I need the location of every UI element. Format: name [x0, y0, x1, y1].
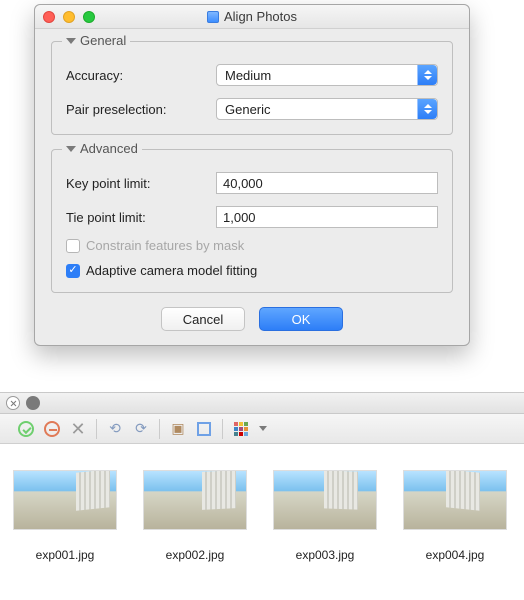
dialog-titlebar: Align Photos [35, 5, 469, 29]
bounding-box-icon[interactable] [194, 419, 214, 439]
group-general-legend[interactable]: General [62, 33, 130, 48]
accuracy-select[interactable]: Medium [216, 64, 438, 86]
thumbs-toolbar: ✕ ⟲ ⟳ ▣ [0, 414, 524, 444]
group-advanced-label: Advanced [80, 141, 138, 156]
dialog-title: Align Photos [35, 9, 469, 24]
panel-header [0, 392, 524, 414]
constrain-label: Constrain features by mask [86, 238, 244, 253]
ok-button[interactable]: OK [259, 307, 343, 331]
keypoint-value: 40,000 [223, 176, 263, 191]
tiepoint-label: Tie point limit: [66, 210, 216, 225]
thumbnail-caption: exp004.jpg [426, 548, 485, 562]
select-stepper-icon [417, 99, 437, 119]
pair-label: Pair preselection: [66, 102, 216, 117]
rotate-right-icon[interactable]: ⟳ [131, 419, 151, 439]
thumbnail-item[interactable]: exp001.jpg [12, 470, 118, 562]
row-constrain-mask: Constrain features by mask [66, 238, 438, 253]
dialog-body: General Accuracy: Medium Pair preselecti… [35, 29, 469, 345]
cancel-button[interactable]: Cancel [161, 307, 245, 331]
group-advanced: Advanced Key point limit: 40,000 Tie poi… [51, 149, 453, 293]
ok-button-label: OK [292, 312, 311, 327]
thumbnail-image [273, 470, 377, 530]
chevron-down-icon [66, 38, 76, 44]
dialog-title-text: Align Photos [224, 9, 297, 24]
bottom-panel: ✕ ⟲ ⟳ ▣ exp001.jpg exp002.jpg [0, 392, 524, 562]
toolbar-group-actions: ✕ [8, 414, 96, 443]
app-icon [207, 11, 219, 23]
check-icon: ✓ [68, 265, 77, 276]
select-stepper-icon [417, 65, 437, 85]
align-photos-dialog: Align Photos General Accuracy: Medium Pa… [34, 4, 470, 346]
cancel-button-label: Cancel [183, 312, 223, 327]
thumbnail-caption: exp002.jpg [166, 548, 225, 562]
thumbnail-image [13, 470, 117, 530]
pair-value: Generic [225, 102, 271, 117]
camera-icon[interactable]: ▣ [168, 419, 188, 439]
chevron-down-icon [66, 146, 76, 152]
thumbnail-image [403, 470, 507, 530]
tiepoint-input[interactable]: 1,000 [216, 206, 438, 228]
panel-close-icon[interactable] [6, 396, 20, 410]
row-keypoint: Key point limit: 40,000 [66, 172, 438, 194]
toolbar-group-rotate: ⟲ ⟳ [97, 414, 159, 443]
toolbar-group-view: ▣ [160, 414, 222, 443]
adaptive-label: Adaptive camera model fitting [86, 263, 257, 278]
remove-icon[interactable] [42, 419, 62, 439]
row-accuracy: Accuracy: Medium [66, 64, 438, 86]
accept-icon[interactable] [16, 419, 36, 439]
grid-view-icon[interactable] [231, 419, 251, 439]
thumbnail-strip: exp001.jpg exp002.jpg exp003.jpg exp004.… [0, 444, 524, 562]
pair-select[interactable]: Generic [216, 98, 438, 120]
keypoint-label: Key point limit: [66, 176, 216, 191]
zoom-icon[interactable] [83, 11, 95, 23]
accuracy-label: Accuracy: [66, 68, 216, 83]
row-tiepoint: Tie point limit: 1,000 [66, 206, 438, 228]
thumbnail-item[interactable]: exp003.jpg [272, 470, 378, 562]
toolbar-group-layout [223, 414, 275, 443]
row-pair-preselection: Pair preselection: Generic [66, 98, 438, 120]
row-adaptive-fitting: ✓ Adaptive camera model fitting [66, 263, 438, 278]
group-general: General Accuracy: Medium Pair preselecti… [51, 41, 453, 135]
tiepoint-value: 1,000 [223, 210, 256, 225]
adaptive-checkbox[interactable]: ✓ [66, 264, 80, 278]
rotate-left-icon[interactable]: ⟲ [105, 419, 125, 439]
thumbnail-item[interactable]: exp004.jpg [402, 470, 508, 562]
window-controls [43, 11, 95, 23]
constrain-checkbox[interactable] [66, 239, 80, 253]
close-icon[interactable] [43, 11, 55, 23]
thumbnail-caption: exp001.jpg [36, 548, 95, 562]
group-general-label: General [80, 33, 126, 48]
thumbnail-caption: exp003.jpg [296, 548, 355, 562]
keypoint-input[interactable]: 40,000 [216, 172, 438, 194]
thumbnail-item[interactable]: exp002.jpg [142, 470, 248, 562]
accuracy-value: Medium [225, 68, 271, 83]
minimize-icon[interactable] [63, 11, 75, 23]
group-advanced-legend[interactable]: Advanced [62, 141, 142, 156]
panel-dot-icon[interactable] [26, 396, 40, 410]
thumbnail-image [143, 470, 247, 530]
delete-icon[interactable]: ✕ [68, 419, 88, 439]
chevron-down-icon[interactable] [259, 426, 267, 431]
dialog-buttons: Cancel OK [51, 307, 453, 331]
